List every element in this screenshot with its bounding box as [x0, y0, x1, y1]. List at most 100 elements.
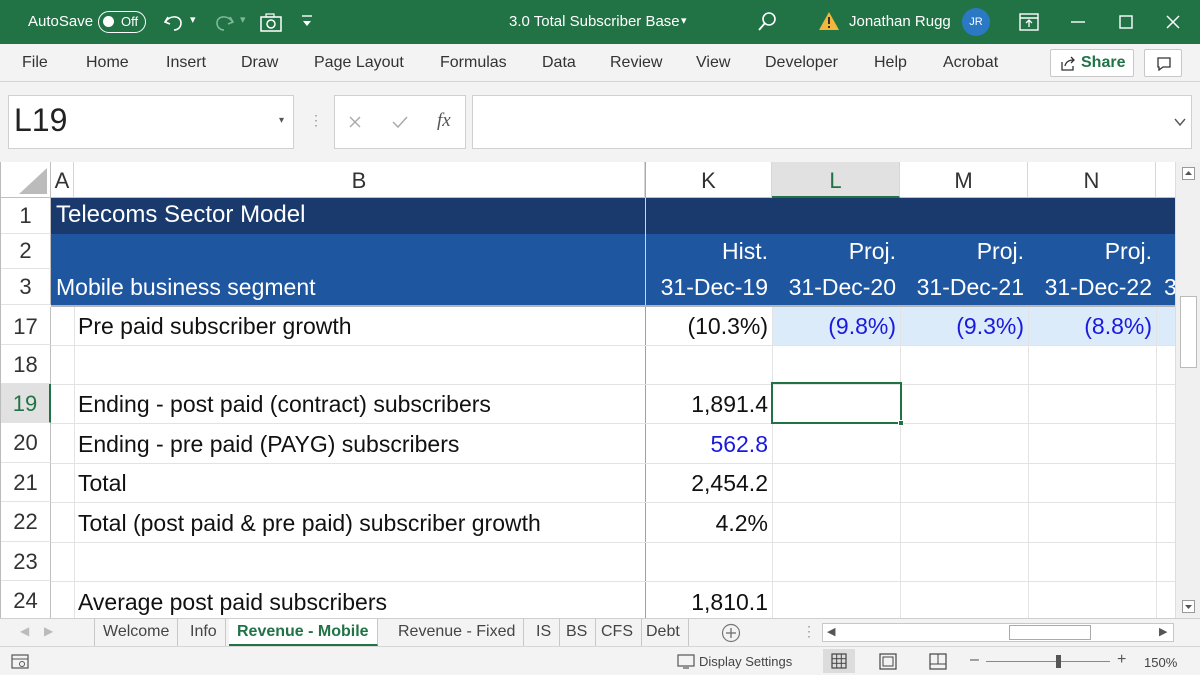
- menu-help[interactable]: Help: [874, 54, 907, 72]
- menu-acrobat[interactable]: Acrobat: [943, 54, 998, 72]
- row-header-22[interactable]: 22: [1, 502, 51, 542]
- sheet-tab-bs[interactable]: BS: [558, 619, 597, 646]
- name-box-dropdown-icon[interactable]: ▾: [279, 115, 284, 126]
- file-title[interactable]: 3.0 Total Subscriber Base: [509, 13, 680, 30]
- sheet-tab-info[interactable]: Info: [182, 619, 226, 646]
- cell-b22[interactable]: Total (post paid & pre paid) subscriber …: [78, 510, 541, 537]
- macro-recording-icon[interactable]: [11, 654, 29, 669]
- zoom-in-icon[interactable]: +: [1117, 651, 1126, 669]
- row-header-19[interactable]: 19: [1, 384, 51, 423]
- cell-b20[interactable]: Ending - pre paid (PAYG) subscribers: [78, 431, 459, 458]
- row-header-18[interactable]: 18: [1, 345, 51, 384]
- select-all-corner[interactable]: [1, 162, 51, 198]
- cell-b19[interactable]: Ending - post paid (contract) subscriber…: [78, 391, 491, 418]
- ribbon-display-options-icon[interactable]: [1018, 12, 1040, 32]
- sheet-tab-cfs[interactable]: CFS: [593, 619, 642, 646]
- sheet-tab-welcome[interactable]: Welcome: [94, 619, 179, 646]
- search-icon[interactable]: [755, 10, 779, 34]
- zoom-out-icon[interactable]: –: [970, 651, 979, 669]
- cell-n17[interactable]: (8.8%): [1028, 313, 1152, 340]
- column-header-n[interactable]: N: [1028, 162, 1156, 198]
- sheet-tab-revenue-fixed[interactable]: Revenue - Fixed: [390, 619, 525, 646]
- confirm-entry-icon[interactable]: [391, 114, 409, 130]
- fill-handle[interactable]: [898, 420, 904, 426]
- menu-page-layout[interactable]: Page Layout: [314, 54, 404, 72]
- row-header-20[interactable]: 20: [1, 423, 51, 463]
- sheet-tab-revenue-mobile[interactable]: Revenue - Mobile: [229, 619, 378, 646]
- row-header-2[interactable]: 2: [1, 234, 51, 269]
- menu-view[interactable]: View: [696, 54, 730, 72]
- model-title[interactable]: Telecoms Sector Model: [56, 201, 305, 229]
- row-header-21[interactable]: 21: [1, 463, 51, 502]
- undo-icon[interactable]: [162, 11, 186, 33]
- name-box[interactable]: L19 ▾: [8, 95, 294, 149]
- cell-m17[interactable]: (9.3%): [900, 313, 1024, 340]
- row-header-24[interactable]: 24: [1, 581, 51, 618]
- cell-m2[interactable]: Proj.: [900, 238, 1024, 265]
- user-avatar[interactable]: JR: [962, 8, 990, 36]
- cell-n2[interactable]: Proj.: [1028, 238, 1152, 265]
- cell-l3[interactable]: 31-Dec-20: [772, 274, 896, 301]
- autosave-toggle[interactable]: Off: [98, 11, 146, 33]
- cell-k3[interactable]: 31-Dec-19: [645, 274, 768, 301]
- customize-toolbar-icon[interactable]: [299, 13, 315, 31]
- row-header-1[interactable]: 1: [1, 198, 51, 234]
- cell-l2[interactable]: Proj.: [772, 238, 896, 265]
- formula-bar-grip-icon[interactable]: ⋮: [309, 112, 323, 129]
- menu-draw[interactable]: Draw: [241, 54, 278, 72]
- hscroll-thumb[interactable]: [1009, 625, 1091, 640]
- share-button[interactable]: Share: [1050, 49, 1134, 77]
- display-settings-label[interactable]: Display Settings: [699, 654, 792, 669]
- undo-dropdown-icon[interactable]: ▾: [190, 13, 196, 26]
- cell-k2[interactable]: Hist.: [645, 238, 768, 265]
- cell-b24[interactable]: Average post paid subscribers: [78, 589, 387, 616]
- menu-file[interactable]: File: [22, 54, 48, 72]
- cell-o3-partial[interactable]: 3: [1164, 274, 1175, 301]
- column-header-a[interactable]: A: [51, 162, 74, 198]
- warning-icon[interactable]: [818, 11, 840, 31]
- close-icon[interactable]: [1163, 12, 1183, 32]
- tab-scroll-right-icon[interactable]: ▶: [44, 624, 53, 638]
- hscroll-right-icon[interactable]: ▶: [1159, 625, 1167, 638]
- zoom-level[interactable]: 150%: [1144, 655, 1177, 670]
- active-cell-l19[interactable]: [771, 382, 904, 426]
- cell-b17[interactable]: Pre paid subscriber growth: [78, 313, 352, 340]
- camera-icon[interactable]: [259, 11, 283, 33]
- column-header-l[interactable]: L: [772, 162, 900, 198]
- page-layout-view-icon[interactable]: [879, 653, 897, 670]
- column-header-b[interactable]: B: [74, 162, 645, 198]
- row-header-23[interactable]: 23: [1, 542, 51, 581]
- scroll-down-icon[interactable]: [1182, 600, 1195, 613]
- sheet-tab-debt[interactable]: Debt: [638, 619, 689, 646]
- cell-k17[interactable]: (10.3%): [645, 313, 768, 340]
- hscroll-left-icon[interactable]: ◀: [827, 625, 835, 638]
- insert-function-icon[interactable]: fx: [437, 110, 451, 132]
- row-header-3[interactable]: 3: [1, 269, 51, 305]
- title-dropdown-icon[interactable]: ▾: [681, 14, 687, 27]
- expand-formula-bar-icon[interactable]: [1173, 116, 1187, 128]
- column-header-partial[interactable]: [1156, 162, 1175, 198]
- column-header-k[interactable]: K: [645, 162, 772, 198]
- cell-k19[interactable]: 1,891.4: [645, 391, 768, 418]
- cell-b21[interactable]: Total: [78, 470, 127, 497]
- tab-scroll-left-icon[interactable]: ◀: [20, 624, 29, 638]
- page-break-preview-icon[interactable]: [929, 653, 947, 670]
- segment-title[interactable]: Mobile business segment: [56, 274, 316, 301]
- tab-splitter-icon[interactable]: ⋮: [802, 623, 816, 640]
- cell-k21[interactable]: 2,454.2: [645, 470, 768, 497]
- zoom-slider-thumb[interactable]: [1056, 655, 1061, 668]
- add-sheet-icon[interactable]: [721, 623, 741, 643]
- cell-n3[interactable]: 31-Dec-22: [1028, 274, 1152, 301]
- display-settings-icon[interactable]: [677, 654, 697, 670]
- minimize-icon[interactable]: [1068, 12, 1088, 32]
- comments-button[interactable]: [1144, 49, 1182, 77]
- vertical-scrollbar[interactable]: [1175, 162, 1200, 618]
- menu-data[interactable]: Data: [542, 54, 576, 72]
- redo-icon[interactable]: [212, 11, 236, 33]
- scroll-thumb[interactable]: [1180, 296, 1197, 368]
- sheet-tab-is[interactable]: IS: [528, 619, 561, 646]
- zoom-slider-track[interactable]: [986, 661, 1110, 662]
- menu-developer[interactable]: Developer: [765, 54, 838, 72]
- scroll-up-icon[interactable]: [1182, 167, 1195, 180]
- maximize-icon[interactable]: [1116, 12, 1136, 32]
